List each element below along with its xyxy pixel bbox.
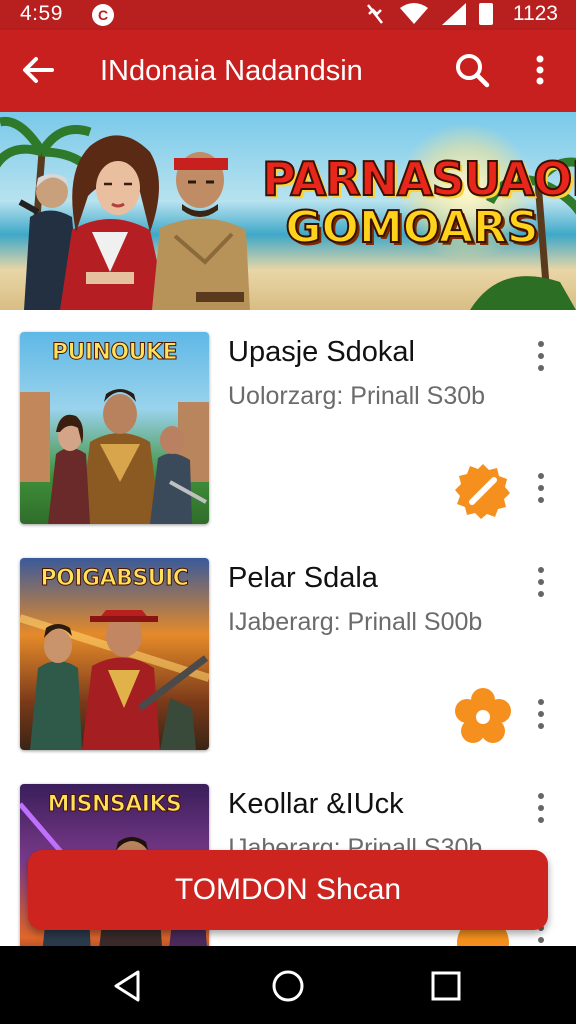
flower-badge-icon[interactable]: [452, 686, 514, 748]
app-bar-title: INdonaia Nadandsin: [100, 55, 363, 87]
promo-banner[interactable]: PARNASUAON GOMOARS: [0, 112, 576, 310]
wifi-icon: [399, 3, 428, 24]
primary-action-button[interactable]: TOMDON Shcan: [28, 850, 548, 930]
thumbnail-caption: PUINOUKE: [51, 340, 178, 365]
back-arrow-icon[interactable]: [18, 50, 58, 90]
system-nav-bar: [0, 946, 576, 1024]
item-title: Keollar &IUck: [228, 788, 404, 820]
vibrate-icon: [366, 4, 383, 24]
more-vert-icon[interactable]: [524, 50, 556, 90]
item-subtitle: Uolorzarg: Prinall S30b: [228, 382, 486, 410]
notification-icon: C: [92, 4, 114, 26]
status-clock: 1123: [512, 2, 558, 25]
screen: 4:59 C 1123 INdonaia Nadandsin PARNASUAO…: [0, 0, 576, 1024]
banner-headline-line1: PARNASUAON: [261, 152, 576, 206]
more-vert-icon[interactable]: [528, 564, 554, 600]
more-vert-icon[interactable]: [528, 696, 554, 732]
thumbnail-caption: MISNSAIKS: [47, 792, 182, 817]
thumbnail-caption: POIGABSUIC: [40, 566, 189, 591]
game-thumbnail[interactable]: PUINOUKE: [20, 332, 209, 524]
nav-back-icon[interactable]: [108, 966, 148, 1006]
more-vert-icon[interactable]: [528, 790, 554, 826]
list-item[interactable]: POIGABSUIC Pelar Sdala IJaberarg: Prinal…: [0, 536, 576, 762]
edit-badge-icon[interactable]: [452, 460, 514, 522]
app-bar: INdonaia Nadandsin: [0, 30, 576, 112]
status-icons: 1123: [363, 2, 558, 26]
item-subtitle: IJaberarg: Prinall S00b: [228, 608, 483, 636]
status-time: 4:59: [20, 2, 63, 25]
banner-headline: PARNASUAON GOMOARS: [261, 152, 576, 253]
banner-headline-line2: GOMOARS: [284, 202, 539, 253]
item-title: Pelar Sdala: [228, 562, 378, 594]
search-icon[interactable]: [452, 50, 492, 90]
game-thumbnail[interactable]: POIGABSUIC: [20, 558, 209, 750]
more-vert-icon[interactable]: [528, 338, 554, 374]
nav-home-icon[interactable]: [268, 966, 308, 1006]
battery-icon: [478, 3, 493, 25]
item-title: Upasje Sdokal: [228, 336, 415, 368]
status-bar: 4:59 C 1123: [0, 0, 576, 30]
more-vert-icon[interactable]: [528, 470, 554, 506]
signal-icon: [441, 3, 466, 25]
list-item[interactable]: PUINOUKE Upasje Sdokal Uolorzarg: Prinal…: [0, 310, 576, 536]
nav-recents-icon[interactable]: [426, 966, 466, 1006]
